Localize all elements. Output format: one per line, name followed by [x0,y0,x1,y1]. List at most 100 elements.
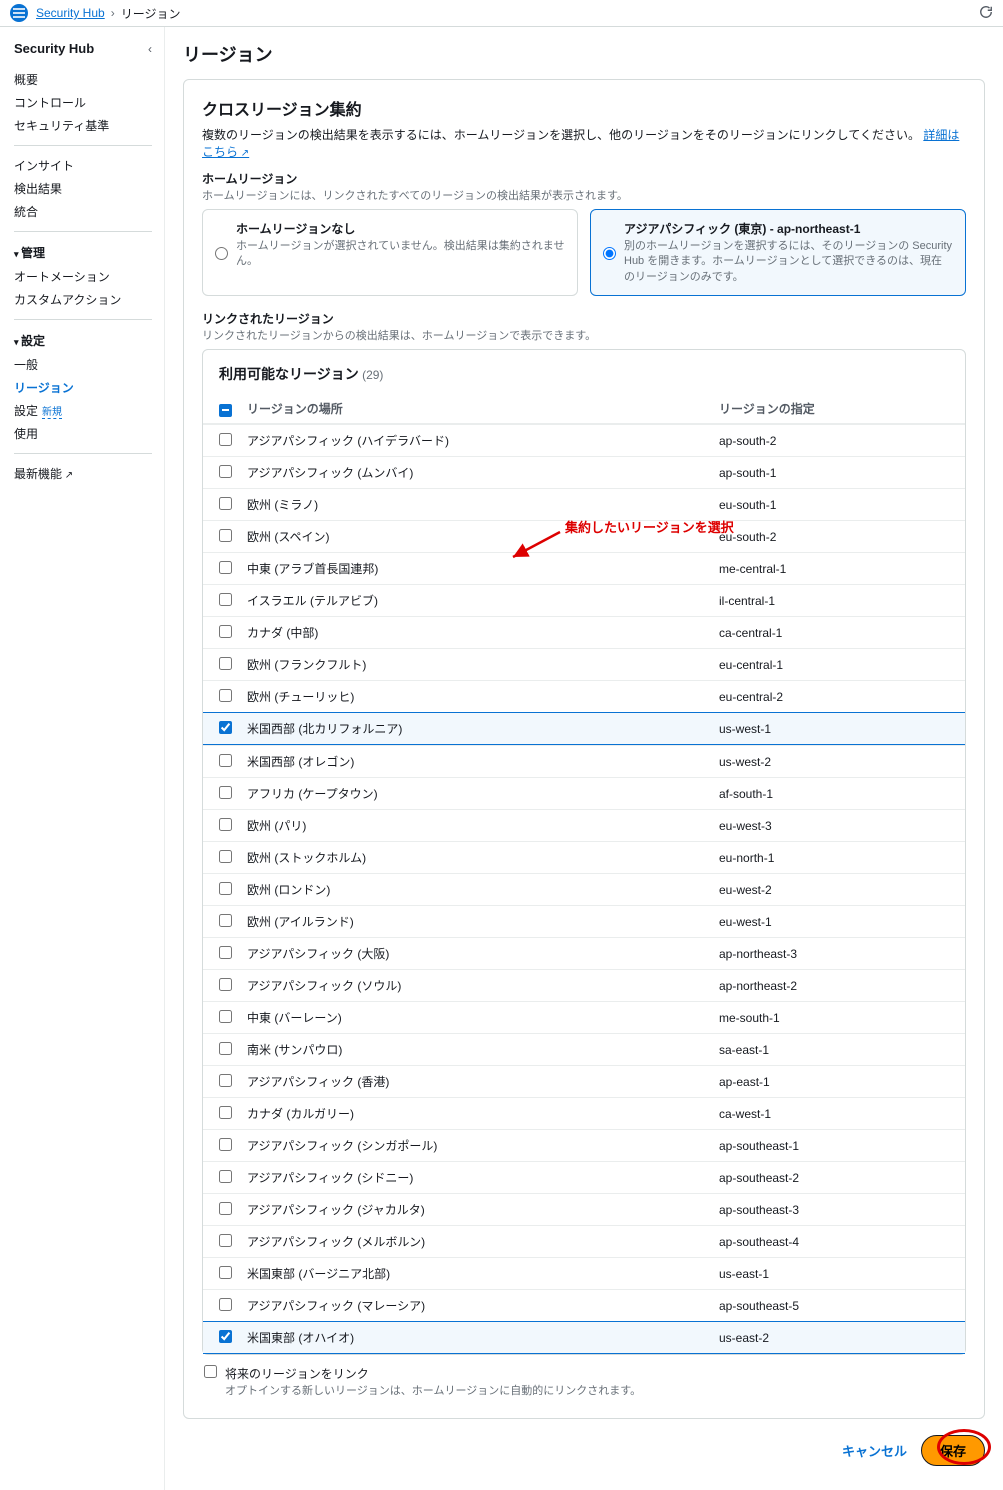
region-checkbox[interactable] [219,1074,232,1087]
sidebar-item[interactable]: 使用 [14,422,152,445]
region-checkbox[interactable] [219,850,232,863]
region-checkbox[interactable] [219,818,232,831]
col-header-name[interactable]: リージョンの場所 [247,400,719,417]
breadcrumb-root[interactable]: Security Hub [36,6,105,20]
sidebar-item[interactable]: 概要 [14,68,152,91]
save-button[interactable]: 保存 [921,1435,985,1466]
table-row[interactable]: アフリカ (ケープタウン)af-south-1 [203,777,965,809]
table-row[interactable]: 中東 (バーレーン)me-south-1 [203,1001,965,1033]
sidebar-item[interactable]: 一般 [14,353,152,376]
radio-no-home-desc: ホームリージョンが選択されていません。検出結果は集約されません。 [236,239,565,270]
sidebar-item[interactable]: 設定新規 [14,399,152,422]
region-checkbox[interactable] [219,1298,232,1311]
breadcrumb: Security Hub › リージョン [36,5,180,22]
table-row[interactable]: 南米 (サンパウロ)sa-east-1 [203,1033,965,1065]
radio-tokyo-home[interactable]: アジアパシフィック (東京) - ap-northeast-1 別のホームリージ… [590,209,966,296]
region-checkbox[interactable] [219,1010,232,1023]
table-row[interactable]: 欧州 (ストックホルム)eu-north-1 [203,841,965,873]
region-name: 米国西部 (オレゴン) [247,753,719,770]
region-checkbox[interactable] [219,1106,232,1119]
table-row[interactable]: アジアパシフィック (大阪)ap-northeast-3 [203,937,965,969]
table-row[interactable]: 米国東部 (オハイオ)us-east-2 [203,1321,965,1354]
sidebar-item[interactable]: カスタムアクション [14,288,152,311]
select-all-checkbox[interactable] [219,404,232,417]
table-row[interactable]: イスラエル (テルアビブ)il-central-1 [203,584,965,616]
region-checkbox[interactable] [219,946,232,959]
sidebar-item[interactable]: 最新機能 [14,462,152,485]
radio-no-home[interactable]: ホームリージョンなし ホームリージョンが選択されていません。検出結果は集約されま… [202,209,578,296]
region-checkbox[interactable] [219,786,232,799]
region-checkbox[interactable] [219,978,232,991]
sidebar-item[interactable]: 検出結果 [14,177,152,200]
region-checkbox[interactable] [219,1234,232,1247]
region-checkbox[interactable] [219,1202,232,1215]
table-row[interactable]: アジアパシフィック (シンガポール)ap-southeast-1 [203,1129,965,1161]
region-checkbox[interactable] [219,1170,232,1183]
table-row[interactable]: 欧州 (スペイン)eu-south-2 [203,520,965,552]
region-name: カナダ (中部) [247,624,719,641]
table-row[interactable]: 欧州 (パリ)eu-west-3 [203,809,965,841]
table-row[interactable]: 欧州 (ロンドン)eu-west-2 [203,873,965,905]
region-name: アジアパシフィック (シドニー) [247,1169,719,1186]
table-row[interactable]: カナダ (中部)ca-central-1 [203,616,965,648]
region-name: アジアパシフィック (ソウル) [247,977,719,994]
sidebar-item[interactable]: リージョン [14,376,152,399]
region-checkbox[interactable] [219,625,232,638]
region-checkbox[interactable] [219,497,232,510]
sidebar-item[interactable]: オートメーション [14,265,152,288]
radio-tokyo-input[interactable] [603,222,616,285]
region-id: eu-west-2 [719,883,949,897]
table-row[interactable]: アジアパシフィック (香港)ap-east-1 [203,1065,965,1097]
region-name: 米国東部 (オハイオ) [247,1329,719,1346]
region-checkbox[interactable] [219,1266,232,1279]
sidebar-item[interactable]: セキュリティ基準 [14,114,152,137]
cancel-button[interactable]: キャンセル [842,1441,907,1460]
sidebar-item[interactable]: 統合 [14,200,152,223]
region-checkbox[interactable] [219,689,232,702]
table-row[interactable]: 米国東部 (バージニア北部)us-east-1 [203,1257,965,1289]
sidebar-section[interactable]: 管理 [14,240,152,265]
region-checkbox[interactable] [219,465,232,478]
table-row[interactable]: アジアパシフィック (マレーシア)ap-southeast-5 [203,1289,965,1321]
region-id: ap-southeast-2 [719,1171,949,1185]
table-row[interactable]: アジアパシフィック (シドニー)ap-southeast-2 [203,1161,965,1193]
refresh-icon[interactable] [979,5,993,22]
sidebar-item[interactable]: コントロール [14,91,152,114]
table-row[interactable]: カナダ (カルガリー)ca-west-1 [203,1097,965,1129]
table-row[interactable]: 欧州 (アイルランド)eu-west-1 [203,905,965,937]
table-row[interactable]: 中東 (アラブ首長国連邦)me-central-1 [203,552,965,584]
menu-icon[interactable] [10,4,28,22]
region-checkbox[interactable] [219,914,232,927]
region-checkbox[interactable] [219,754,232,767]
region-checkbox[interactable] [219,882,232,895]
linked-desc: リンクされたリージョンからの検出結果は、ホームリージョンで表示できます。 [202,327,966,343]
region-checkbox[interactable] [219,657,232,670]
region-checkbox[interactable] [219,593,232,606]
table-row[interactable]: 米国西部 (オレゴン)us-west-2 [203,745,965,777]
collapse-icon[interactable]: ‹ [148,42,152,56]
table-row[interactable]: 欧州 (フランクフルト)eu-central-1 [203,648,965,680]
region-checkbox[interactable] [219,1138,232,1151]
radio-no-home-input[interactable] [215,222,228,285]
region-checkbox[interactable] [219,721,232,734]
sidebar-item[interactable]: インサイト [14,154,152,177]
future-regions-checkbox[interactable] [204,1365,217,1378]
region-checkbox[interactable] [219,561,232,574]
table-row[interactable]: 欧州 (チューリッヒ)eu-central-2 [203,680,965,712]
table-row[interactable]: 米国西部 (北カリフォルニア)us-west-1 [203,712,965,745]
region-checkbox[interactable] [219,1042,232,1055]
region-id: ca-west-1 [719,1107,949,1121]
region-checkbox[interactable] [219,529,232,542]
table-row[interactable]: アジアパシフィック (ジャカルタ)ap-southeast-3 [203,1193,965,1225]
region-checkbox[interactable] [219,1330,232,1343]
sidebar-section[interactable]: 設定 [14,328,152,353]
table-row[interactable]: 欧州 (ミラノ)eu-south-1 [203,488,965,520]
col-header-id[interactable]: リージョンの指定 [719,400,949,417]
region-id: eu-south-2 [719,530,949,544]
table-row[interactable]: アジアパシフィック (ムンバイ)ap-south-1 [203,456,965,488]
region-checkbox[interactable] [219,433,232,446]
table-row[interactable]: アジアパシフィック (ハイデラバード)ap-south-2 [203,424,965,456]
region-name: アジアパシフィック (シンガポール) [247,1137,719,1154]
table-row[interactable]: アジアパシフィック (メルボルン)ap-southeast-4 [203,1225,965,1257]
table-row[interactable]: アジアパシフィック (ソウル)ap-northeast-2 [203,969,965,1001]
